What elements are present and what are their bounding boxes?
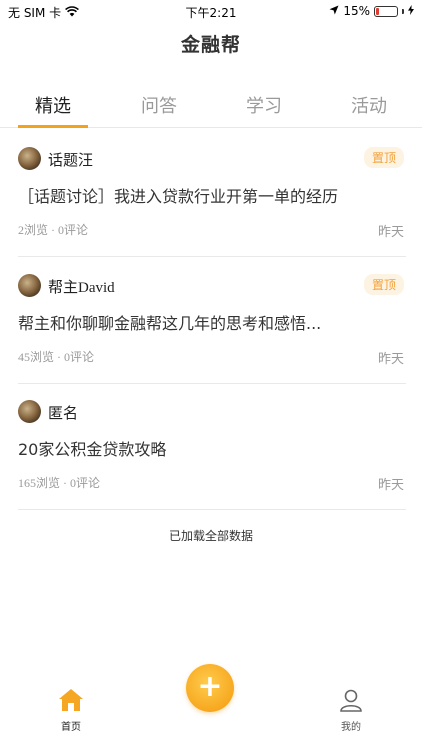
- meta-separator: ·: [57, 350, 65, 364]
- author-name[interactable]: 帮主David: [48, 276, 115, 297]
- bottom-nav: 首页 + 我的: [0, 664, 422, 750]
- meta-separator: ·: [63, 476, 71, 490]
- location-arrow-icon: [329, 4, 339, 18]
- page-title: 金融帮: [180, 34, 241, 56]
- nav-profile[interactable]: 我的: [326, 688, 376, 733]
- nav-home[interactable]: 首页: [46, 688, 96, 733]
- status-bar: 无 SIM 卡 下午2:21 15%: [0, 0, 422, 22]
- avatar[interactable]: [18, 147, 41, 170]
- tab-learn[interactable]: 学习: [228, 92, 300, 118]
- user-icon: [339, 689, 363, 716]
- author-name[interactable]: 匿名: [48, 402, 78, 423]
- tab-bar: 精选 问答 学习 活动: [0, 88, 422, 128]
- pinned-badge: 置顶: [363, 274, 404, 295]
- pinned-badge: 置顶: [363, 147, 404, 168]
- tab-featured[interactable]: 精选: [17, 92, 89, 118]
- battery-fill: [376, 7, 379, 15]
- nav-profile-label: 我的: [341, 722, 361, 733]
- home-icon: [58, 689, 84, 716]
- comment-count: 0评论: [70, 476, 101, 490]
- charging-bolt-icon: [408, 4, 414, 18]
- post-date: 昨天: [377, 478, 404, 493]
- post-date: 昨天: [377, 225, 404, 240]
- tab-qa[interactable]: 问答: [123, 92, 195, 118]
- post-item[interactable]: 匿名 20家公积金贷款攻略 165浏览 · 0评论 昨天: [18, 400, 406, 510]
- nav-home-label: 首页: [61, 722, 81, 733]
- post-title[interactable]: 帮主和你聊聊金融帮这几年的思考和感悟...: [18, 310, 321, 334]
- battery-icon: [374, 5, 398, 17]
- add-post-button[interactable]: +: [186, 664, 234, 712]
- post-item[interactable]: 话题汪 置顶 ［话题讨论］我进入贷款行业开第一单的经历 2浏览 · 0评论 昨天: [18, 147, 406, 257]
- comment-count: 0评论: [64, 350, 95, 364]
- battery-tip: [402, 8, 404, 14]
- active-tab-indicator: [18, 125, 88, 128]
- author-name[interactable]: 话题汪: [48, 149, 93, 170]
- status-right: 15%: [329, 4, 414, 18]
- view-count: 45浏览: [18, 350, 55, 364]
- post-header: 帮主David 置顶: [18, 274, 406, 298]
- tab-events[interactable]: 活动: [333, 92, 405, 118]
- avatar[interactable]: [18, 274, 41, 297]
- battery-percent: 15%: [343, 4, 370, 18]
- post-stats: 45浏览 · 0评论: [18, 348, 94, 365]
- meta-separator: ·: [51, 223, 59, 237]
- post-item[interactable]: 帮主David 置顶 帮主和你聊聊金融帮这几年的思考和感悟... 45浏览 · …: [18, 274, 406, 384]
- all-loaded-message: 已加载全部数据: [168, 529, 253, 543]
- post-title[interactable]: 20家公积金贷款攻略: [18, 436, 166, 460]
- post-stats: 2浏览 · 0评论: [18, 221, 88, 238]
- avatar[interactable]: [18, 400, 41, 423]
- view-count: 165浏览: [18, 476, 61, 490]
- post-date: 昨天: [377, 352, 404, 367]
- post-title[interactable]: ［话题讨论］我进入贷款行业开第一单的经历: [18, 183, 338, 207]
- post-header: 匿名: [18, 400, 406, 424]
- post-header: 话题汪 置顶: [18, 147, 406, 171]
- view-count: 2浏览: [18, 223, 49, 237]
- comment-count: 0评论: [58, 223, 89, 237]
- post-stats: 165浏览 · 0评论: [18, 474, 100, 491]
